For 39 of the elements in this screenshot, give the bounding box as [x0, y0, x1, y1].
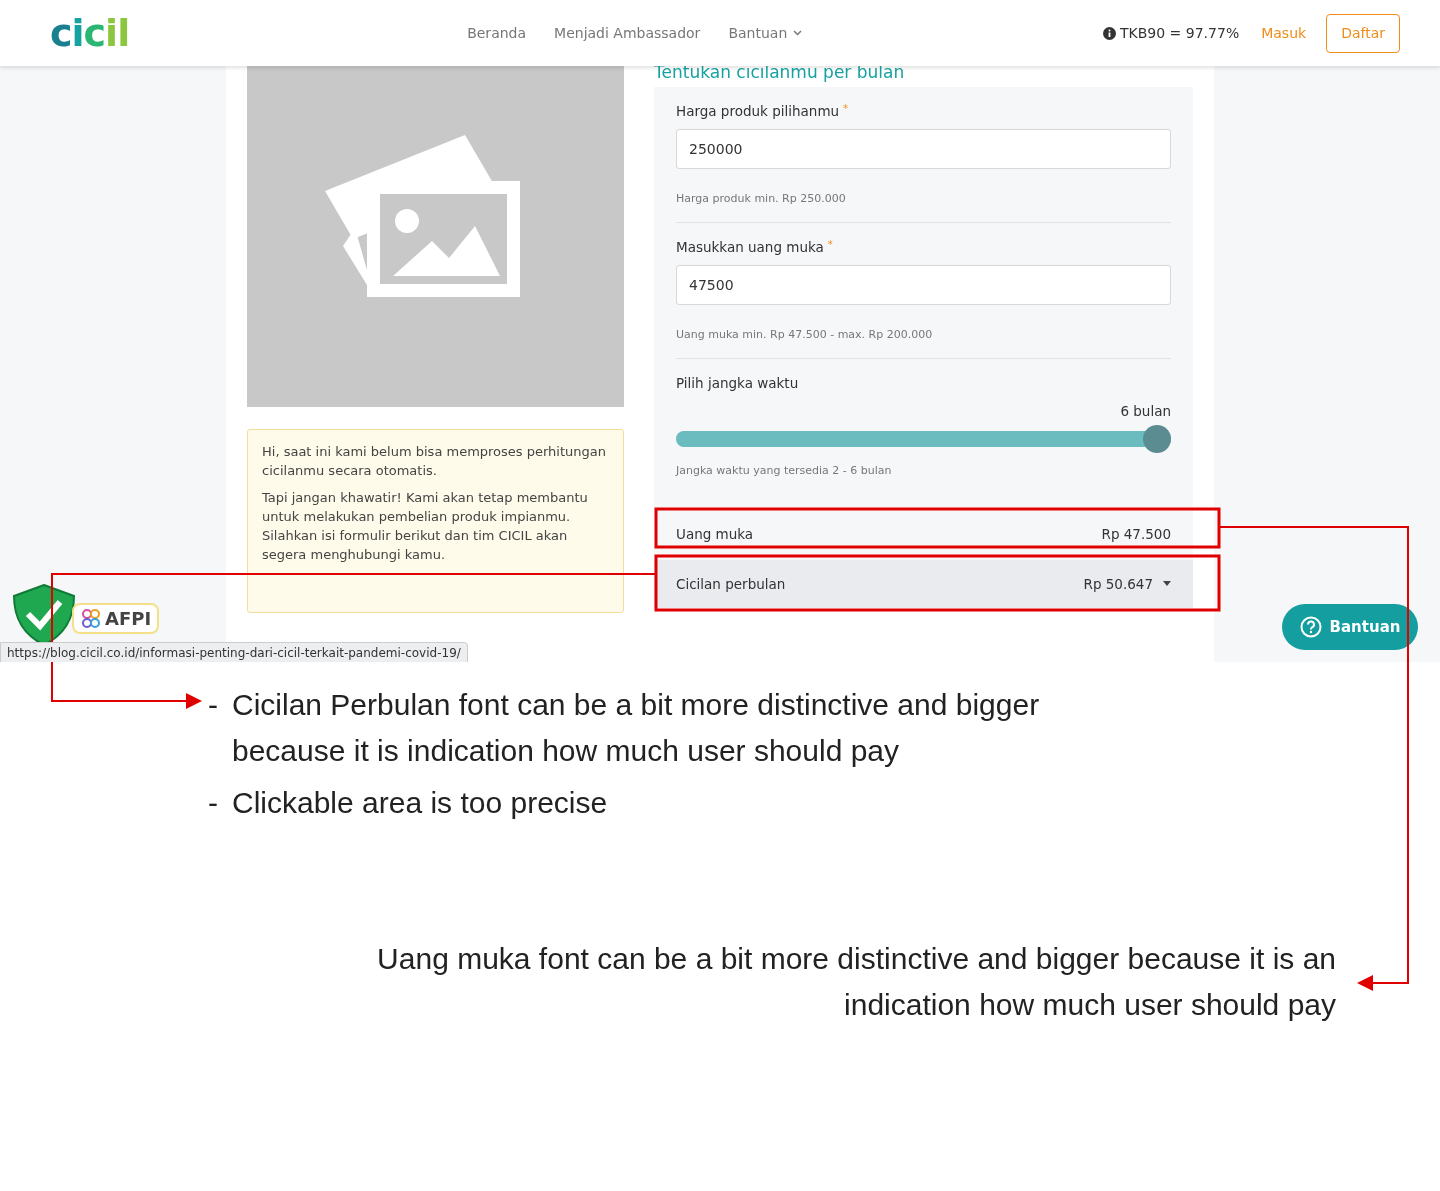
summary-row[interactable]: Cicilan perbulan Rp 50.647	[654, 559, 1193, 608]
input-field[interactable]: 47500	[676, 265, 1171, 305]
tkb-rate: TKB90 = 97.77%	[1120, 23, 1240, 43]
slider-thumb[interactable]	[1143, 425, 1171, 453]
notice-text: Hi, saat ini kami belum bisa memproses perhitungan cicilanmu secara otomatis.	[262, 443, 607, 480]
bullet-dash: -	[208, 785, 218, 821]
input-field[interactable]: 250000	[676, 129, 1171, 170]
afpi-label: AFPI	[105, 607, 152, 631]
annotation-note: Uang muka font can be a bit more distinctive and bigger because it is an indication how much user should pay	[376, 941, 1336, 1023]
annotation-note: Clickable area is too precise	[232, 785, 608, 821]
annotation-note: Cicilan Perbulan font can be a bit more distinctive and bigger because it is indication how much user should pay	[232, 687, 1041, 769]
hint-text: Uang muka min. Rp 47.500 - max. Rp 200.000	[676, 327, 934, 343]
hint-text: Harga produk min. Rp 250.000	[676, 191, 847, 208]
help-icon	[1299, 616, 1322, 638]
summary-value: Rp 50.647	[1083, 574, 1153, 594]
hint-text: Jangka waktu yang tersedia 2 - 6 bulan	[676, 463, 893, 479]
notice-text: Tapi jangan khawatir! Kami akan tetap membantu untuk melakukan pembelian produk impianmu. Silahkan isi formulir berikut dan tim CICIL akan segera menghubungi kamu.	[262, 489, 589, 564]
info-icon	[1103, 26, 1116, 40]
required-mark: *	[843, 103, 849, 114]
logo[interactable]: cicil	[50, 14, 130, 52]
bullet-dash: -	[208, 687, 218, 723]
status-bar-url: https://blog.cicil.co.id/informasi-penting-dari-cicil-terkait-pandemi-covid-19/	[0, 642, 468, 662]
nav-link[interactable]: Beranda	[467, 22, 527, 44]
help-button[interactable]: Bantuan	[1282, 604, 1418, 650]
nav-link[interactable]: Menjadi Ambassador	[554, 22, 701, 44]
slider[interactable]	[676, 425, 1171, 453]
summary-label: Uang muka	[676, 524, 754, 544]
field-label: Pilih jangka waktu	[676, 373, 800, 393]
field-label: Masukkan uang muka	[676, 238, 824, 255]
login-link[interactable]: Masuk	[1261, 22, 1307, 44]
section-title: Tentukan cicilanmu per bulan	[654, 61, 906, 84]
slider-reading: 6 bulan	[1119, 401, 1171, 421]
summary-value: Rp 47.500	[1101, 524, 1171, 544]
nav-link[interactable]: Bantuan	[728, 22, 803, 44]
field-label: Harga produk pilihanmu	[676, 103, 840, 119]
rings-icon	[80, 607, 102, 630]
required-mark: *	[827, 238, 833, 250]
register-button[interactable]: Daftar	[1326, 13, 1400, 53]
summary-label: Cicilan perbulan	[676, 574, 786, 594]
